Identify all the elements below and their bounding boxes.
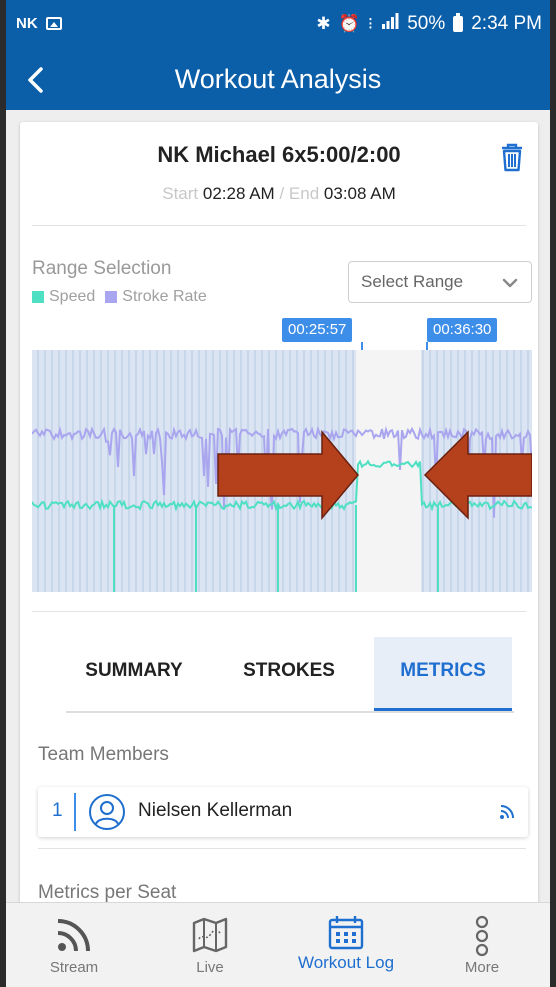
legend-stroke-rate-label: Stroke Rate (122, 288, 207, 305)
select-range-dropdown[interactable]: Select Range (348, 261, 532, 303)
range-selection-title: Range Selection (32, 258, 172, 279)
divider (32, 611, 526, 612)
signal-icon (381, 13, 399, 35)
nav-live-label: Live (196, 959, 224, 976)
workout-card: NK Michael 6x5:00/2:00 Start 02:28 AM / … (20, 122, 538, 912)
status-bar: NK ✱ ⏰ ⁝ 50% 2:34 PM (6, 0, 550, 52)
workout-title: NK Michael 6x5:00/2:00 (157, 142, 401, 167)
page-title: Workout Analysis (174, 64, 382, 94)
nav-live[interactable]: Live (142, 903, 278, 987)
metrics-per-seat-title: Metrics per Seat (38, 882, 177, 903)
range-start-flag[interactable]: 00:25:57 (282, 318, 353, 342)
status-left: NK (16, 15, 62, 32)
calendar-icon (328, 916, 364, 950)
bluetooth-icon: ✱ (316, 14, 331, 33)
image-icon (45, 17, 62, 30)
app-bar: Workout Analysis (6, 52, 550, 110)
nav-more[interactable]: More (414, 903, 550, 987)
delete-button[interactable] (498, 142, 526, 172)
carrier-logo: NK (16, 15, 38, 32)
seat-number: 1 (52, 800, 63, 821)
member-name: Nielsen Kellerman (138, 800, 293, 821)
bottom-nav: Stream Live Workout Log More (6, 902, 550, 987)
battery-icon (453, 13, 464, 32)
status-right: ✱ ⏰ ⁝ 50% 2:34 PM (316, 13, 542, 35)
stream-icon (57, 919, 90, 952)
end-time: 03:08 AM (323, 184, 396, 203)
tab-strokes[interactable]: STROKES (224, 637, 354, 711)
range-end-flag[interactable]: 00:36:30 (427, 318, 498, 342)
nav-more-label: More (464, 959, 500, 976)
team-member-row[interactable]: 1 Nielsen Kellerman (38, 787, 528, 837)
team-members-title: Team Members (38, 744, 169, 765)
battery-percent: 50% (407, 13, 446, 34)
range-chart[interactable] (32, 350, 532, 592)
divider (38, 848, 526, 849)
avatar-icon (89, 794, 125, 830)
legend-speed: Speed (32, 288, 95, 306)
selected-range-band (356, 350, 421, 592)
more-icon (475, 915, 489, 957)
analysis-tabs: SUMMARY STROKES METRICS (66, 637, 514, 713)
nav-workout-log[interactable]: Workout Log (278, 903, 414, 987)
nav-workout-log-label: Workout Log (297, 953, 395, 972)
tabs-underline (66, 711, 514, 713)
legend-stroke-rate: Stroke Rate (105, 288, 207, 306)
alarm-icon: ⏰ (338, 14, 360, 33)
rss-icon (500, 805, 514, 819)
stroke-rate-swatch (105, 291, 118, 303)
tab-metrics[interactable]: METRICS (374, 637, 512, 711)
speed-swatch (32, 291, 44, 303)
vibrate-icon: ⁝ (367, 14, 374, 33)
tab-summary[interactable]: SUMMARY (66, 637, 202, 711)
divider (32, 225, 526, 226)
chevron-down-icon (502, 278, 518, 288)
map-icon (192, 917, 228, 953)
select-range-label: Select Range (361, 272, 464, 291)
start-time: 02:28 AM (202, 184, 275, 203)
nav-stream-label: Stream (49, 959, 99, 976)
trash-icon (502, 143, 522, 172)
end-label: End (288, 184, 320, 203)
chart-legend: Speed Stroke Rate (32, 288, 217, 306)
time-range: Start 02:28 AM / End 03:08 AM (20, 184, 538, 204)
screen: NK ✱ ⏰ ⁝ 50% 2:34 PM Workout Analysis NK… (6, 0, 550, 987)
seat-divider (74, 793, 76, 831)
start-label: Start (162, 184, 199, 203)
nav-stream[interactable]: Stream (6, 903, 142, 987)
clock: 2:34 PM (471, 13, 542, 34)
legend-speed-label: Speed (49, 288, 96, 305)
time-separator: / (279, 184, 285, 203)
